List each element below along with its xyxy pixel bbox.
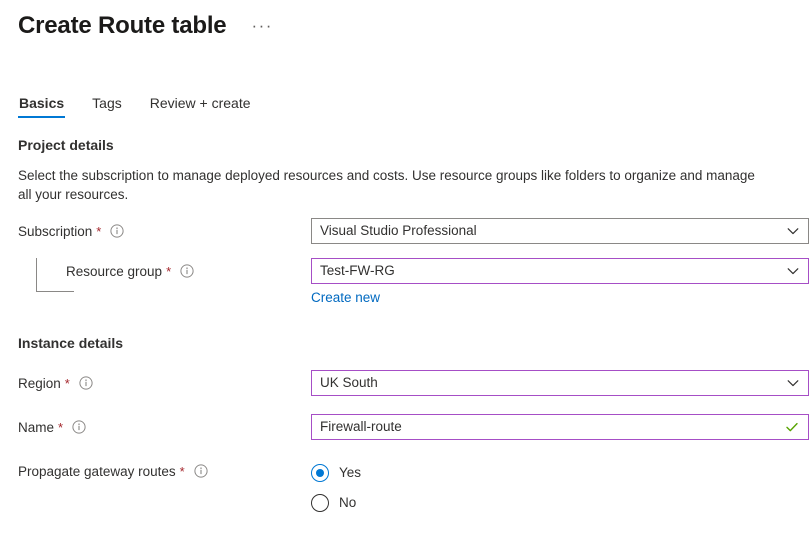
propagate-gateway-routes-label-cell: Propagate gateway routes * [18, 458, 311, 484]
chevron-down-icon [786, 224, 800, 238]
name-value: Firewall-route [320, 418, 785, 436]
subscription-label-cell: Subscription * [18, 218, 311, 244]
instance-details-heading: Instance details [18, 333, 792, 353]
create-new-resource-group-link[interactable]: Create new [311, 289, 380, 307]
name-label-cell: Name * [18, 414, 311, 440]
propagate-gateway-routes-label: Propagate gateway routes [18, 464, 176, 479]
resource-group-dropdown[interactable]: Test-FW-RG [311, 258, 809, 284]
tab-tags[interactable]: Tags [91, 94, 123, 118]
region-dropdown[interactable]: UK South [311, 370, 809, 396]
tab-basics[interactable]: Basics [18, 94, 65, 118]
info-icon[interactable] [194, 464, 208, 478]
more-options-icon[interactable]: ··· [248, 17, 275, 35]
region-label: Region [18, 376, 61, 391]
region-label-cell: Region * [18, 370, 311, 396]
required-indicator: * [180, 465, 185, 478]
subscription-dropdown[interactable]: Visual Studio Professional [311, 218, 809, 244]
info-icon[interactable] [72, 420, 86, 434]
subscription-field-cell: Visual Studio Professional [311, 218, 809, 244]
blade-tabs: Basics Tags Review + create [18, 90, 792, 118]
radio-label-yes: Yes [339, 464, 361, 482]
required-indicator: * [166, 265, 171, 278]
name-row: Name * Firewall-route [18, 414, 792, 440]
resource-group-value: Test-FW-RG [320, 262, 786, 280]
radio-option-no[interactable]: No [311, 490, 792, 516]
propagate-gateway-routes-row: Propagate gateway routes * Yes No [18, 458, 792, 520]
chevron-down-icon [786, 264, 800, 278]
name-label: Name [18, 420, 54, 435]
region-value: UK South [320, 374, 786, 392]
check-icon [785, 420, 799, 434]
subscription-value: Visual Studio Professional [320, 222, 786, 240]
subscription-label: Subscription [18, 224, 92, 239]
blade-header: Create Route table ··· [18, 0, 792, 46]
resource-group-row: Resource group * Test-FW-RG Create new [18, 258, 792, 307]
required-indicator: * [65, 377, 70, 390]
page-title: Create Route table [18, 10, 226, 42]
radio-label-no: No [339, 494, 356, 512]
required-indicator: * [58, 421, 63, 434]
region-field-cell: UK South [311, 370, 809, 396]
radio-mark-yes [311, 464, 329, 482]
radio-mark-no [311, 494, 329, 512]
required-indicator: * [96, 225, 101, 238]
propagate-gateway-routes-options: Yes No [311, 458, 792, 520]
project-details-heading: Project details [18, 135, 792, 155]
info-icon[interactable] [110, 224, 124, 238]
name-field-cell: Firewall-route [311, 414, 809, 440]
name-input[interactable]: Firewall-route [311, 414, 809, 440]
subscription-row: Subscription * Visual Studio Professiona… [18, 218, 792, 244]
radio-option-yes[interactable]: Yes [311, 460, 792, 486]
info-icon[interactable] [79, 376, 93, 390]
tab-review-create[interactable]: Review + create [149, 94, 252, 118]
region-row: Region * UK South [18, 370, 792, 396]
project-details-description: Select the subscription to manage deploy… [18, 166, 770, 204]
create-route-table-blade: Create Route table ··· Basics Tags Revie… [0, 0, 810, 538]
resource-group-label-cell: Resource group * [18, 258, 311, 284]
info-icon[interactable] [180, 264, 194, 278]
chevron-down-icon [786, 376, 800, 390]
resource-group-label: Resource group [66, 264, 162, 279]
resource-group-field-cell: Test-FW-RG Create new [311, 258, 809, 307]
